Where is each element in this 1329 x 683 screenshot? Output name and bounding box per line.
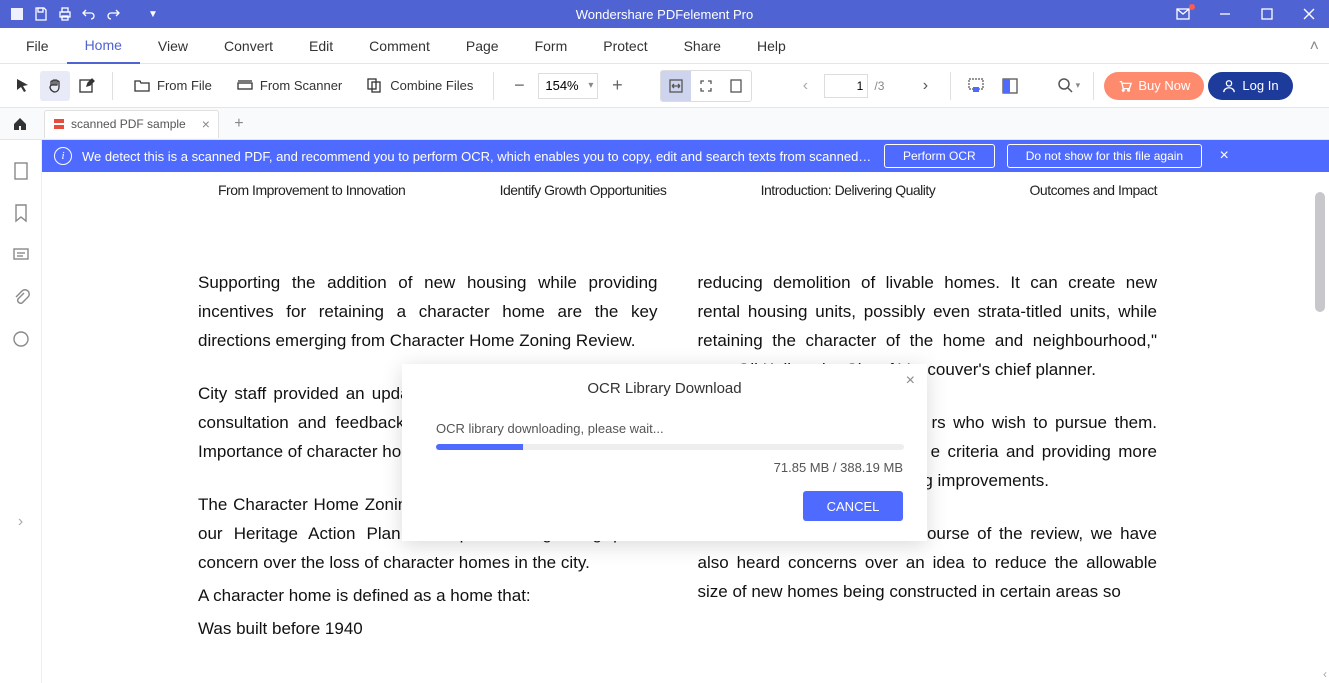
- menubar: File Home View Convert Edit Comment Page…: [0, 28, 1329, 64]
- progress-text: 71.85 MB / 388.19 MB: [426, 460, 903, 475]
- collapse-ribbon-icon[interactable]: ˄: [1310, 38, 1319, 56]
- combine-files-button[interactable]: Combine Files: [356, 71, 483, 101]
- info-icon: i: [54, 147, 72, 165]
- app-logo-icon: [8, 5, 26, 23]
- select-tool-icon[interactable]: [8, 71, 38, 101]
- thumbnails-icon[interactable]: [10, 160, 32, 182]
- home-tab-icon[interactable]: [0, 108, 40, 140]
- new-tab-button[interactable]: +: [227, 112, 251, 136]
- toolbar: From File From Scanner Combine Files − 1…: [0, 64, 1329, 108]
- compare-icon[interactable]: [995, 71, 1025, 101]
- redo-icon[interactable]: [104, 5, 122, 23]
- screenshot-icon[interactable]: [961, 71, 991, 101]
- buy-now-button[interactable]: Buy Now: [1104, 72, 1204, 100]
- menu-edit[interactable]: Edit: [291, 28, 351, 64]
- hand-tool-icon[interactable]: [40, 71, 70, 101]
- next-page-button[interactable]: ›: [910, 71, 940, 101]
- ocr-download-dialog: × OCR Library Download OCR library downl…: [402, 364, 927, 541]
- from-scanner-button[interactable]: From Scanner: [226, 71, 352, 101]
- page-total-label: /3: [874, 79, 884, 93]
- tabstrip: scanned PDF sample × +: [0, 108, 1329, 140]
- print-icon[interactable]: [56, 5, 74, 23]
- notification-icon[interactable]: [1163, 0, 1203, 28]
- perform-ocr-button[interactable]: Perform OCR: [884, 144, 995, 168]
- login-button[interactable]: Log In: [1208, 72, 1292, 100]
- expand-sidepanel-icon[interactable]: ›: [10, 511, 32, 533]
- menu-form[interactable]: Form: [517, 28, 586, 64]
- banner-message: We detect this is a scanned PDF, and rec…: [82, 149, 872, 164]
- titlebar-quick-actions: ▼: [0, 5, 162, 23]
- undo-icon[interactable]: [80, 5, 98, 23]
- attachments-icon[interactable]: [10, 286, 32, 308]
- menu-view[interactable]: View: [140, 28, 206, 64]
- collapse-right-icon[interactable]: ‹: [1323, 667, 1327, 681]
- fit-width-icon[interactable]: [661, 71, 691, 101]
- menu-protect[interactable]: Protect: [585, 28, 665, 64]
- titlebar: ▼ Wondershare PDFelement Pro: [0, 0, 1329, 28]
- zoom-select[interactable]: 154%▾: [538, 73, 598, 99]
- dismiss-banner-button[interactable]: Do not show for this file again: [1007, 144, 1202, 168]
- heading-3: Introduction: Delivering Quality: [761, 182, 936, 198]
- search-icon[interactable]: ▾: [1053, 71, 1083, 101]
- banner-close-icon[interactable]: ×: [1212, 147, 1236, 165]
- fit-mode-group: [660, 70, 752, 102]
- scrollbar-thumb[interactable]: [1315, 192, 1325, 312]
- minimize-button[interactable]: [1205, 0, 1245, 28]
- progress-bar: [436, 444, 904, 450]
- fit-page-icon[interactable]: [691, 71, 721, 101]
- zoom-in-button[interactable]: +: [602, 71, 632, 101]
- menu-share[interactable]: Share: [666, 28, 739, 64]
- dialog-message: OCR library downloading, please wait...: [436, 421, 903, 436]
- zoom-out-button[interactable]: −: [504, 71, 534, 101]
- tab-close-icon[interactable]: ×: [202, 116, 210, 132]
- heading-2: Identify Growth Opportunities: [500, 182, 667, 198]
- pdf-file-icon: [53, 118, 65, 130]
- window-controls: [1163, 0, 1329, 28]
- bookmarks-icon[interactable]: [10, 202, 32, 224]
- menu-convert[interactable]: Convert: [206, 28, 291, 64]
- progress-fill: [436, 444, 523, 450]
- comments-icon[interactable]: [10, 244, 32, 266]
- customize-quick-access-icon[interactable]: ▼: [144, 5, 162, 23]
- heading-1: From Improvement to Innovation: [218, 182, 405, 198]
- menu-help[interactable]: Help: [739, 28, 804, 64]
- cancel-button[interactable]: CANCEL: [803, 491, 903, 521]
- maximize-button[interactable]: [1247, 0, 1287, 28]
- menu-file[interactable]: File: [8, 28, 67, 64]
- dialog-close-icon[interactable]: ×: [906, 372, 915, 390]
- left-sidepanel: ›: [0, 140, 42, 683]
- actual-size-icon[interactable]: [721, 71, 751, 101]
- page-number-input[interactable]: [824, 74, 868, 98]
- heading-4: Outcomes and Impact: [1030, 182, 1157, 198]
- annotations-icon[interactable]: [10, 328, 32, 350]
- edit-tool-icon[interactable]: [72, 71, 102, 101]
- menu-page[interactable]: Page: [448, 28, 517, 64]
- menu-home[interactable]: Home: [67, 28, 140, 64]
- close-button[interactable]: [1289, 0, 1329, 28]
- dialog-title: OCR Library Download: [426, 380, 903, 397]
- menu-comment[interactable]: Comment: [351, 28, 448, 64]
- ocr-banner: i We detect this is a scanned PDF, and r…: [42, 140, 1329, 172]
- save-icon[interactable]: [32, 5, 50, 23]
- selection-tools: [8, 71, 102, 101]
- document-tab-title: scanned PDF sample: [71, 117, 186, 131]
- app-title: Wondershare PDFelement Pro: [0, 7, 1329, 22]
- prev-page-button[interactable]: ‹: [790, 71, 820, 101]
- from-file-button[interactable]: From File: [123, 71, 222, 101]
- document-tab[interactable]: scanned PDF sample ×: [44, 110, 219, 138]
